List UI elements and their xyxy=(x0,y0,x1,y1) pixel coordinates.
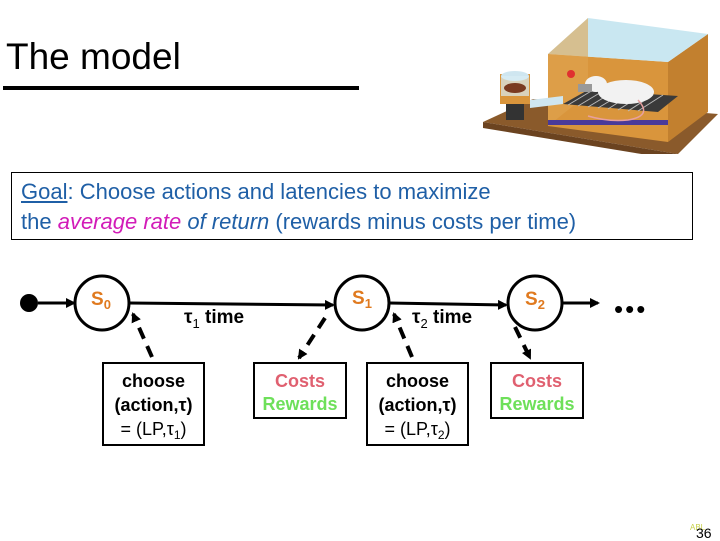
outcome-box-2: Costs Rewards xyxy=(490,362,584,419)
transition-label-2: τ2 time xyxy=(412,308,472,330)
choose-arrow-2 xyxy=(392,312,414,358)
rewards-label-1: Rewards xyxy=(262,394,338,414)
continuation-ellipsis: ••• xyxy=(614,294,648,324)
outcome-arrow-2 xyxy=(513,326,532,360)
state-s1-label: S1 xyxy=(352,289,372,310)
tau-suffix-2: time xyxy=(427,307,473,328)
transition-arrow-1 xyxy=(128,299,335,310)
choose-box-2-line3-sub: 2 xyxy=(437,428,445,442)
choose-box-1-line3-sub: 1 xyxy=(173,428,181,442)
page-number: 36 xyxy=(696,525,712,541)
state-s0-label: S0 xyxy=(91,290,111,311)
choose-box-2-line3: = (LP,τ2) xyxy=(368,417,467,447)
tau-sub-1: 1 xyxy=(192,316,200,331)
start-node xyxy=(20,294,38,312)
state-s2-sub: 2 xyxy=(537,297,545,312)
costs-label-1: Costs xyxy=(274,371,325,391)
choose-box-2-line3-post: ) xyxy=(444,419,451,439)
state-s1-sub: 1 xyxy=(364,296,372,311)
transition-label-1: τ1 time xyxy=(184,308,244,330)
choose-box-1-line3-pre: = (LP,τ xyxy=(120,419,174,439)
choose-box-1-line1: choose xyxy=(121,371,186,391)
state-s0-sub: 0 xyxy=(103,297,111,312)
outcome-box-1: Costs Rewards xyxy=(253,362,347,419)
state-s2-label: S2 xyxy=(525,290,545,311)
choose-box-2-line2: (action,τ) xyxy=(378,395,457,415)
rewards-label-2: Rewards xyxy=(499,394,575,414)
tau-sub-2: 2 xyxy=(420,316,428,331)
transition-arrow-2 xyxy=(388,299,508,310)
state-s0-base: S xyxy=(91,289,104,310)
choose-box-2: choose (action,τ) = (LP,τ2) xyxy=(366,362,469,446)
choose-box-2-line3-pre: = (LP,τ xyxy=(384,419,438,439)
outcome-arrow-1 xyxy=(297,316,327,360)
state-s2-base: S xyxy=(525,289,538,310)
tau-suffix-1: time xyxy=(199,307,245,328)
choose-box-1-line3: = (LP,τ1) xyxy=(104,417,203,447)
choose-box-1: choose (action,τ) = (LP,τ1) xyxy=(102,362,205,446)
choose-arrow-1 xyxy=(131,312,154,358)
choose-box-2-line1: choose xyxy=(385,371,450,391)
state-transition-diagram xyxy=(20,274,600,360)
choose-box-1-line2: (action,τ) xyxy=(114,395,193,415)
costs-label-2: Costs xyxy=(511,371,562,391)
state-s1-base: S xyxy=(352,288,365,309)
choose-box-1-line3-post: ) xyxy=(180,419,187,439)
